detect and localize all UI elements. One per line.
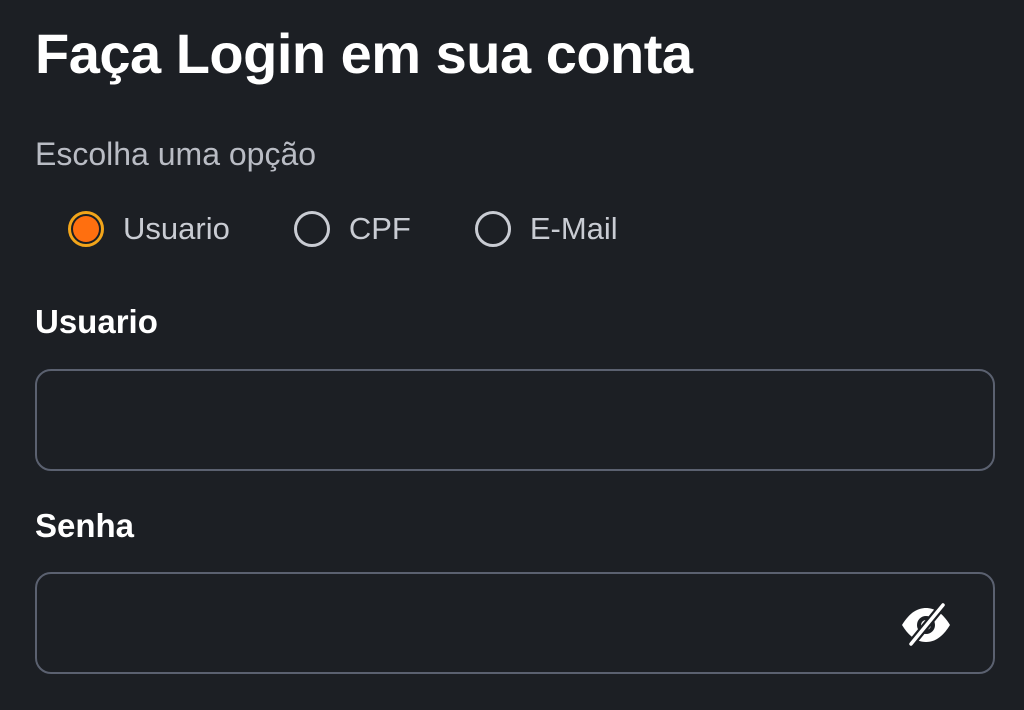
- eye-off-icon[interactable]: [899, 598, 953, 652]
- login-type-prompt: Escolha uma opção: [35, 136, 317, 172]
- radio-button-email[interactable]: [474, 211, 511, 247]
- radio-label-cpf: CPF: [348, 211, 411, 246]
- username-input[interactable]: [37, 371, 993, 469]
- username-field-container: [35, 369, 995, 471]
- page-title: Faça Login em sua conta: [35, 22, 693, 85]
- radio-label-email: E-Mail: [529, 211, 618, 246]
- radio-button-cpf[interactable]: [293, 211, 330, 247]
- login-page: Faça Login em sua conta Escolha uma opçã…: [0, 0, 1024, 710]
- password-input[interactable]: [37, 574, 993, 672]
- password-field-container: [35, 572, 995, 674]
- radio-button-usuario[interactable]: [68, 211, 104, 247]
- radio-selected-dot: [73, 216, 99, 242]
- radio-option-cpf[interactable]: CPF: [293, 209, 411, 249]
- password-label: Senha: [35, 507, 135, 544]
- radio-label-usuario: Usuario: [123, 211, 230, 246]
- username-label: Usuario: [35, 303, 158, 340]
- radio-option-email[interactable]: E-Mail: [474, 209, 618, 249]
- radio-option-usuario[interactable]: Usuario: [68, 209, 230, 249]
- login-type-radio-group: Usuario CPF E-Mail: [68, 207, 618, 251]
